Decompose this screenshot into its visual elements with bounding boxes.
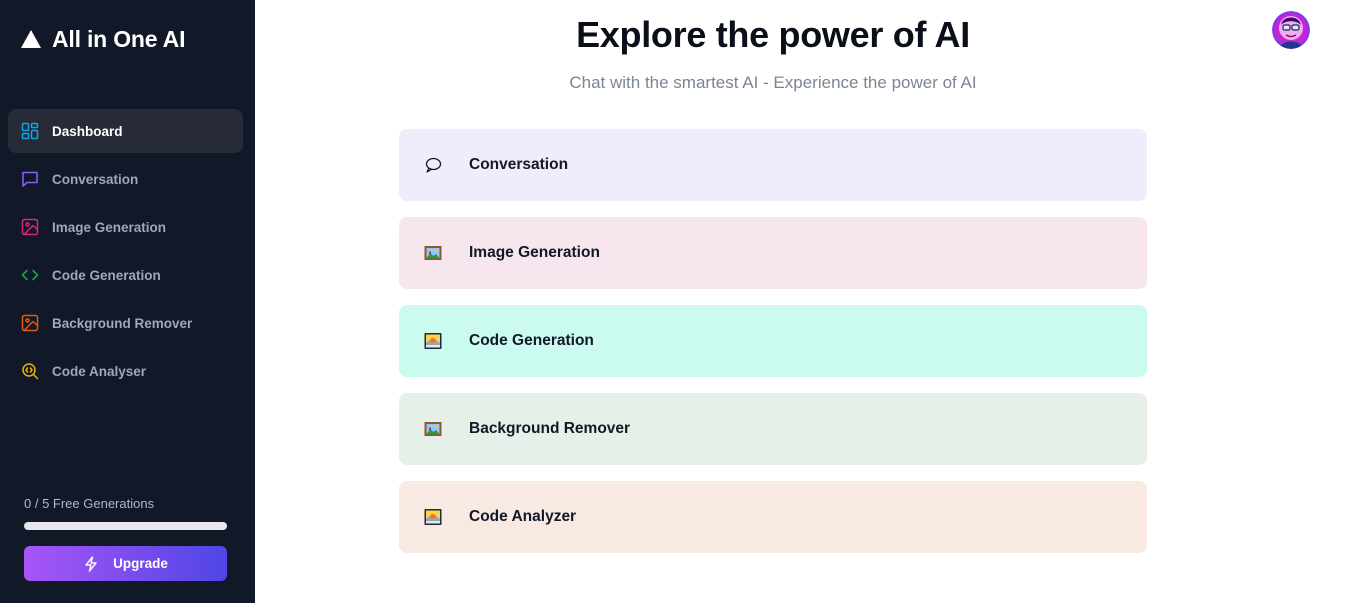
card-label: Conversation bbox=[469, 156, 569, 173]
upgrade-button[interactable]: Upgrade bbox=[24, 546, 227, 581]
code-search-icon bbox=[21, 362, 39, 380]
sunrise-picture-icon bbox=[424, 508, 442, 526]
chat-bubble-icon bbox=[21, 170, 39, 188]
code-icon bbox=[21, 266, 39, 284]
card-code-analyzer[interactable]: Code Analyzer bbox=[399, 481, 1147, 553]
sidebar-item-label: Conversation bbox=[52, 171, 139, 187]
sidebar-item-label: Code Analyser bbox=[52, 363, 147, 379]
card-label: Background Remover bbox=[469, 420, 631, 437]
card-image-generation[interactable]: Image Generation bbox=[399, 217, 1147, 289]
image-edit-icon bbox=[21, 314, 39, 332]
page-title: Explore the power of AI bbox=[576, 14, 970, 55]
usage-progress-bar bbox=[24, 522, 227, 530]
triangle-logo-icon bbox=[20, 28, 42, 50]
sidebar-item-code-analyser[interactable]: Code Analyser bbox=[8, 349, 243, 393]
dashboard-icon bbox=[21, 122, 39, 140]
sidebar-item-label: Background Remover bbox=[52, 315, 193, 331]
image-icon bbox=[21, 218, 39, 236]
sidebar-item-code-generation[interactable]: Code Generation bbox=[8, 253, 243, 297]
sidebar: All in One AI Dashboard Conversation Ima… bbox=[0, 0, 255, 603]
framed-picture-icon bbox=[424, 420, 442, 438]
lightning-icon bbox=[83, 555, 99, 572]
sidebar-item-label: Dashboard bbox=[52, 123, 123, 139]
card-label: Code Analyzer bbox=[469, 508, 577, 525]
usage-counter: 0 / 5 Free Generations bbox=[24, 496, 227, 530]
page-subtitle: Chat with the smartest AI - Experience t… bbox=[569, 73, 977, 92]
sidebar-item-label: Code Generation bbox=[52, 267, 161, 283]
main-content: Explore the power of AI Chat with the sm… bbox=[255, 0, 1355, 603]
sidebar-item-label: Image Generation bbox=[52, 219, 167, 235]
card-background-remover[interactable]: Background Remover bbox=[399, 393, 1147, 465]
sidebar-item-image-generation[interactable]: Image Generation bbox=[8, 205, 243, 249]
card-code-generation[interactable]: Code Generation bbox=[399, 305, 1147, 377]
brand-title: All in One AI bbox=[52, 25, 186, 52]
sunrise-picture-icon bbox=[424, 332, 442, 350]
speech-bubble-icon bbox=[424, 156, 442, 174]
sidebar-item-dashboard[interactable]: Dashboard bbox=[8, 109, 243, 153]
card-conversation[interactable]: Conversation bbox=[399, 129, 1147, 201]
card-label: Code Generation bbox=[469, 332, 594, 349]
usage-text: 0 / 5 Free Generations bbox=[24, 496, 155, 511]
brand[interactable]: All in One AI bbox=[20, 26, 185, 52]
tool-cards: Conversation Image Generation Code Gener… bbox=[399, 129, 1147, 569]
sidebar-nav: Dashboard Conversation Image Generation bbox=[8, 109, 243, 397]
upgrade-label: Upgrade bbox=[113, 556, 168, 571]
card-label: Image Generation bbox=[469, 244, 600, 261]
sidebar-item-background-remover[interactable]: Background Remover bbox=[8, 301, 243, 345]
user-avatar-icon[interactable] bbox=[1272, 11, 1310, 49]
sidebar-item-conversation[interactable]: Conversation bbox=[8, 157, 243, 201]
framed-picture-icon bbox=[424, 244, 442, 262]
